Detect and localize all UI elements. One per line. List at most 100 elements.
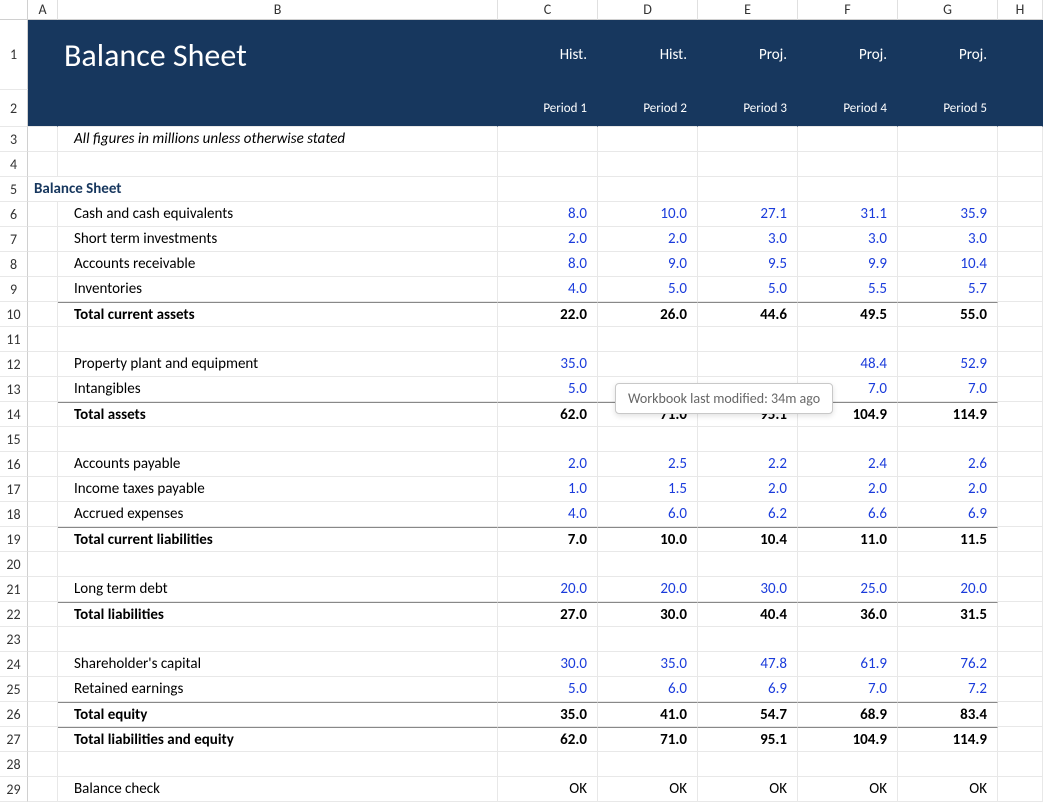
- section-heading[interactable]: Balance Sheet: [28, 177, 498, 202]
- cell-A13[interactable]: [28, 377, 58, 402]
- row-header-18[interactable]: 18: [0, 502, 28, 527]
- cell-F25[interactable]: 7.0: [798, 677, 898, 702]
- cell-D9[interactable]: 5.0: [598, 277, 698, 302]
- cell-G4[interactable]: [898, 152, 998, 177]
- corner-cell[interactable]: [0, 0, 28, 20]
- cell-G1[interactable]: Proj.: [898, 20, 998, 90]
- cell-B1[interactable]: Balance Sheet: [58, 20, 498, 90]
- cell-D1[interactable]: Hist.: [598, 20, 698, 90]
- cell-B16[interactable]: Accounts payable: [58, 452, 498, 477]
- cell-D16[interactable]: 2.5: [598, 452, 698, 477]
- cell-C19[interactable]: 7.0: [498, 527, 598, 552]
- cell-F29[interactable]: OK: [798, 777, 898, 802]
- cell-E20[interactable]: [698, 552, 798, 577]
- cell-D8[interactable]: 9.0: [598, 252, 698, 277]
- cell-C29[interactable]: OK: [498, 777, 598, 802]
- cell-B26[interactable]: Total equity: [58, 702, 498, 727]
- col-header-D[interactable]: D: [598, 0, 698, 20]
- cell-H13[interactable]: [998, 377, 1043, 402]
- cell-B2[interactable]: [58, 90, 498, 127]
- cell-A7[interactable]: [28, 227, 58, 252]
- cell-E8[interactable]: 9.5: [698, 252, 798, 277]
- cell-D3[interactable]: [598, 127, 698, 152]
- col-header-E[interactable]: E: [698, 0, 798, 20]
- cell-D25[interactable]: 6.0: [598, 677, 698, 702]
- cell-G14[interactable]: 114.9: [898, 402, 998, 427]
- row-header-11[interactable]: 11: [0, 327, 28, 352]
- cell-A9[interactable]: [28, 277, 58, 302]
- cell-G26[interactable]: 83.4: [898, 702, 998, 727]
- row-header-24[interactable]: 24: [0, 652, 28, 677]
- row-header-12[interactable]: 12: [0, 352, 28, 377]
- cell-H2[interactable]: [998, 90, 1043, 127]
- row-header-23[interactable]: 23: [0, 627, 28, 652]
- cell-E25[interactable]: 6.9: [698, 677, 798, 702]
- cell-F5[interactable]: [798, 177, 898, 202]
- cell-B14[interactable]: Total assets: [58, 402, 498, 427]
- cell-E11[interactable]: [698, 327, 798, 352]
- cell-D19[interactable]: 10.0: [598, 527, 698, 552]
- cell-A19[interactable]: [28, 527, 58, 552]
- cell-G20[interactable]: [898, 552, 998, 577]
- cell-E16[interactable]: 2.2: [698, 452, 798, 477]
- cell-G9[interactable]: 5.7: [898, 277, 998, 302]
- cell-E18[interactable]: 6.2: [698, 502, 798, 527]
- cell-C1[interactable]: Hist.: [498, 20, 598, 90]
- cell-B21[interactable]: Long term debt: [58, 577, 498, 602]
- cell-C3[interactable]: [498, 127, 598, 152]
- cell-E29[interactable]: OK: [698, 777, 798, 802]
- row-header-27[interactable]: 27: [0, 727, 28, 752]
- cell-H19[interactable]: [998, 527, 1043, 552]
- cell-B28[interactable]: [58, 752, 498, 777]
- cell-D21[interactable]: 20.0: [598, 577, 698, 602]
- cell-B19[interactable]: Total current liabilities: [58, 527, 498, 552]
- row-header-4[interactable]: 4: [0, 152, 28, 177]
- cell-C7[interactable]: 2.0: [498, 227, 598, 252]
- cell-A15[interactable]: [28, 427, 58, 452]
- cell-H8[interactable]: [998, 252, 1043, 277]
- cell-D23[interactable]: [598, 627, 698, 652]
- cell-E21[interactable]: 30.0: [698, 577, 798, 602]
- cell-A17[interactable]: [28, 477, 58, 502]
- cell-G23[interactable]: [898, 627, 998, 652]
- cell-F2[interactable]: Period 4: [798, 90, 898, 127]
- cell-A1[interactable]: [28, 20, 58, 90]
- cell-G16[interactable]: 2.6: [898, 452, 998, 477]
- cell-A20[interactable]: [28, 552, 58, 577]
- cell-C21[interactable]: 20.0: [498, 577, 598, 602]
- cell-F10[interactable]: 49.5: [798, 302, 898, 327]
- cell-C16[interactable]: 2.0: [498, 452, 598, 477]
- cell-H18[interactable]: [998, 502, 1043, 527]
- cell-C17[interactable]: 1.0: [498, 477, 598, 502]
- cell-G22[interactable]: 31.5: [898, 602, 998, 627]
- cell-C11[interactable]: [498, 327, 598, 352]
- cell-G12[interactable]: 52.9: [898, 352, 998, 377]
- cell-F23[interactable]: [798, 627, 898, 652]
- cell-B23[interactable]: [58, 627, 498, 652]
- cell-C28[interactable]: [498, 752, 598, 777]
- cell-A3[interactable]: [28, 127, 58, 152]
- cell-H26[interactable]: [998, 702, 1043, 727]
- cell-G27[interactable]: 114.9: [898, 727, 998, 752]
- cell-A12[interactable]: [28, 352, 58, 377]
- cell-D24[interactable]: 35.0: [598, 652, 698, 677]
- cell-A4[interactable]: [28, 152, 58, 177]
- cell-F22[interactable]: 36.0: [798, 602, 898, 627]
- cell-E19[interactable]: 10.4: [698, 527, 798, 552]
- row-header-20[interactable]: 20: [0, 552, 28, 577]
- cell-F3[interactable]: [798, 127, 898, 152]
- cell-B7[interactable]: Short term investments: [58, 227, 498, 252]
- cell-B22[interactable]: Total liabilities: [58, 602, 498, 627]
- cell-B29[interactable]: Balance check: [58, 777, 498, 802]
- cell-H1[interactable]: [998, 20, 1043, 90]
- cell-D11[interactable]: [598, 327, 698, 352]
- cell-A18[interactable]: [28, 502, 58, 527]
- cell-H28[interactable]: [998, 752, 1043, 777]
- cell-G3[interactable]: [898, 127, 998, 152]
- cell-C12[interactable]: 35.0: [498, 352, 598, 377]
- cell-E3[interactable]: [698, 127, 798, 152]
- row-header-29[interactable]: 29: [0, 777, 28, 802]
- cell-F16[interactable]: 2.4: [798, 452, 898, 477]
- cell-C22[interactable]: 27.0: [498, 602, 598, 627]
- cell-H22[interactable]: [998, 602, 1043, 627]
